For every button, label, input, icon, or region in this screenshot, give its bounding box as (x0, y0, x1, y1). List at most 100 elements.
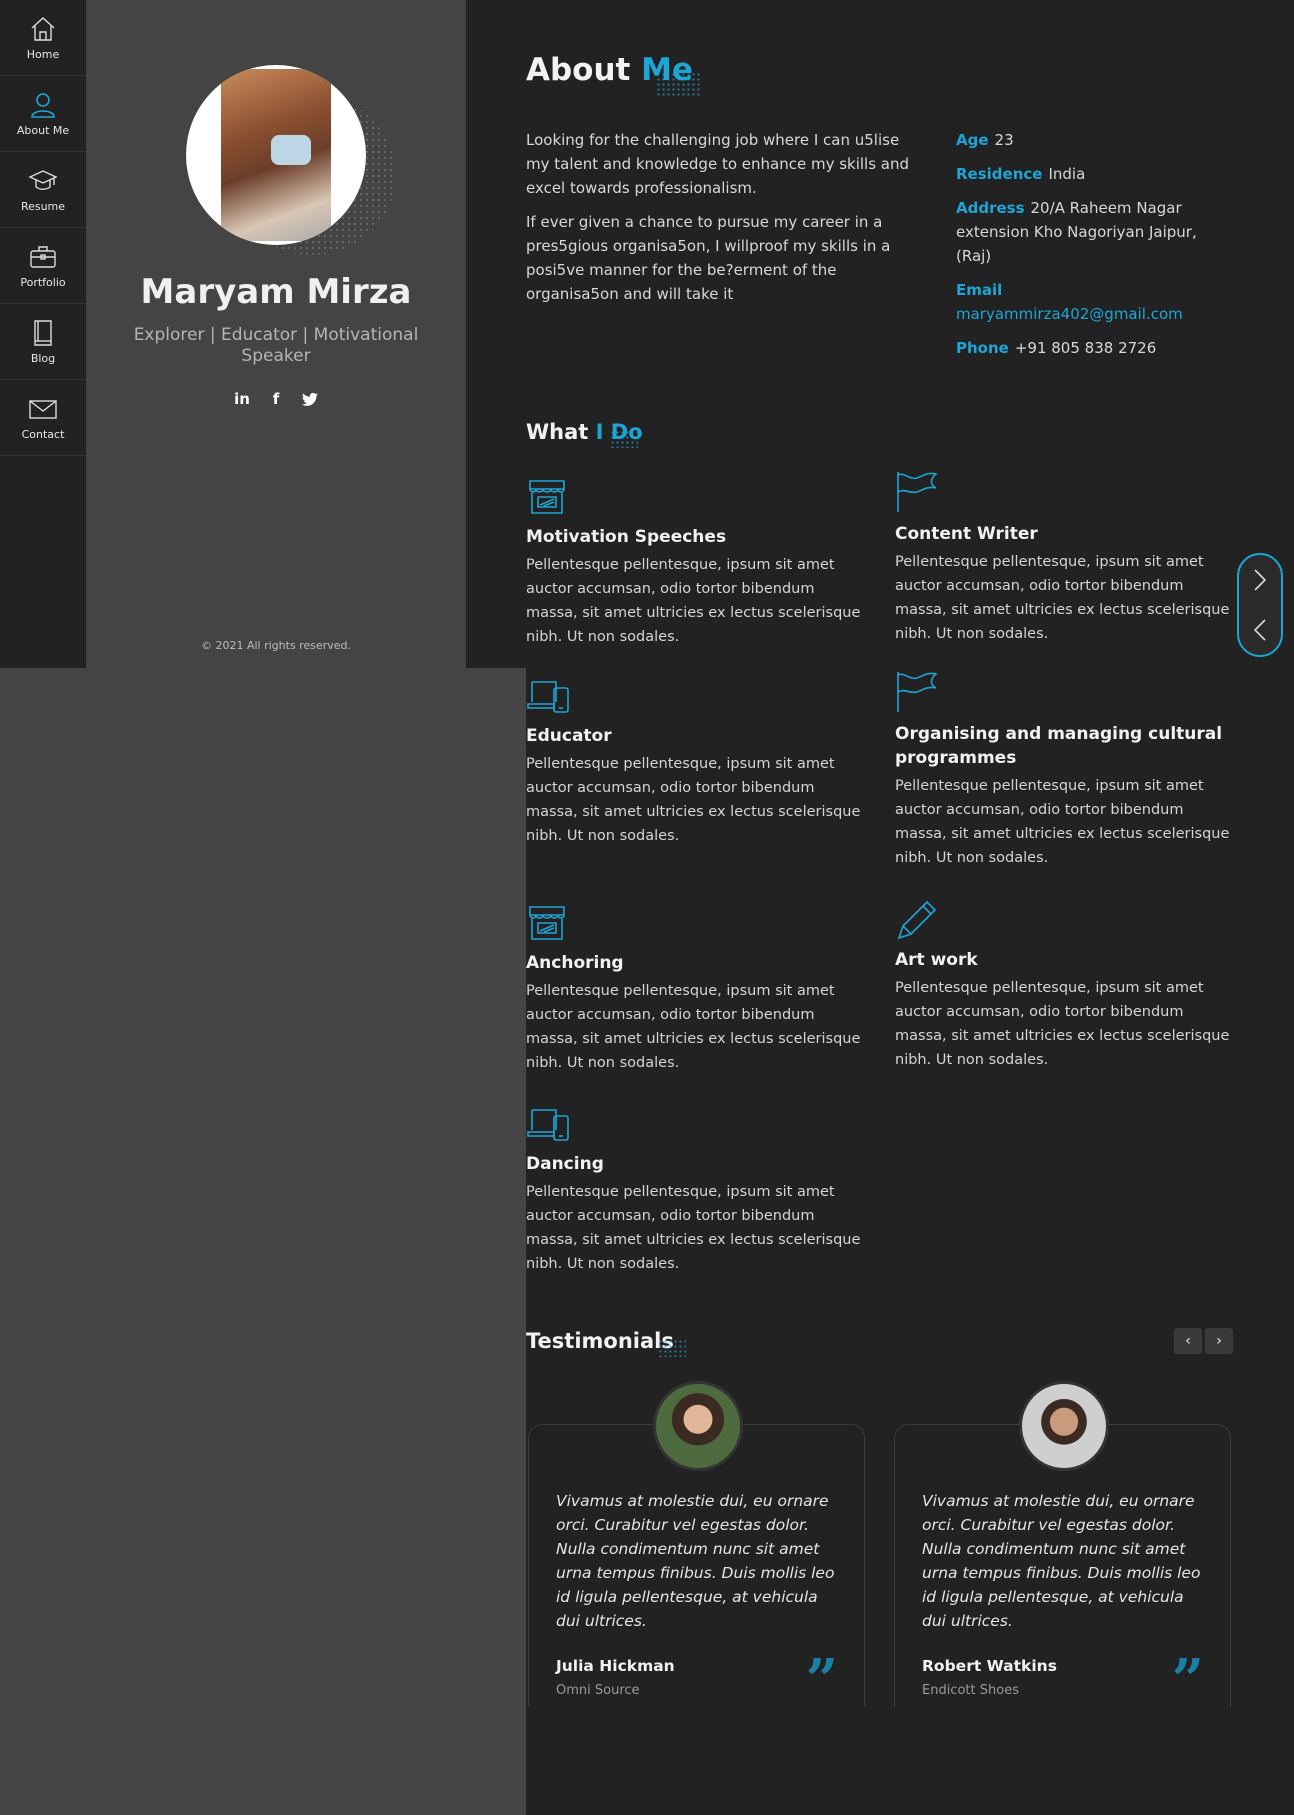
service-text: Pellentesque pellentesque, ipsum sit ame… (526, 1184, 861, 1272)
email-link[interactable]: maryammirza402@gmail.com (956, 305, 1183, 323)
info-label: Residence (956, 165, 1043, 183)
graduation-cap-icon (28, 170, 58, 190)
info-value: India (1048, 165, 1086, 183)
facebook-icon[interactable]: f (268, 390, 284, 408)
testimonials-title: Testimonials (526, 1329, 674, 1353)
service-title: Anchoring (526, 953, 624, 973)
copyright: © 2021 All rights reserved. (200, 639, 352, 652)
service-card: Art work Pellentesque pellentesque, ipsu… (895, 896, 1235, 1072)
devices-icon (527, 1109, 569, 1141)
personal-info: Age 23 Residence India Address 20/A Raheem … (956, 128, 1206, 370)
quote-icon: ” (1171, 1647, 1204, 1713)
service-card: Anchoring Pellentesque pellentesque, ips… (526, 903, 866, 1075)
side-nav: Home About Me Resume Portfolio Blog Cont… (0, 0, 86, 668)
pencil-icon (897, 900, 937, 940)
profile-avatar (186, 65, 396, 255)
service-card: Educator Pellentesque pellentesque, ipsu… (526, 676, 866, 848)
linkedin-icon[interactable]: in (234, 390, 250, 408)
service-title: Educator (526, 726, 612, 746)
info-label: Address (956, 199, 1025, 217)
nav-item-portfolio[interactable]: Portfolio (0, 228, 86, 304)
info-residence: Residence India (956, 162, 1206, 186)
testimonial-company: Endicott Shoes (922, 1683, 1019, 1698)
service-title: Dancing (526, 1154, 604, 1174)
dots-decoration (658, 1339, 686, 1357)
service-text: Pellentesque pellentesque, ipsum sit ame… (895, 980, 1230, 1068)
service-text: Pellentesque pellentesque, ipsum sit ame… (526, 557, 861, 645)
service-text: Pellentesque pellentesque, ipsum sit ame… (895, 778, 1230, 866)
dots-decoration (610, 430, 638, 448)
twitter-icon[interactable] (302, 390, 318, 408)
service-card: Organising and managing cultural program… (895, 670, 1235, 870)
user-icon (31, 93, 55, 118)
face-mask (271, 135, 311, 165)
chevron-left-icon[interactable] (1250, 618, 1270, 642)
avatar (1019, 1381, 1109, 1471)
profile-panel: Maryam Mirza Explorer | Educator | Motiv… (86, 0, 466, 668)
info-age: Age 23 (956, 128, 1206, 152)
profile-tagline: Explorer | Educator | Motivational Speak… (133, 325, 419, 366)
service-title: Art work (895, 950, 978, 970)
title-plain: About (526, 52, 631, 88)
testimonials-prev-button[interactable]: ‹ (1174, 1328, 1202, 1354)
home-icon (31, 17, 55, 41)
store-icon (529, 906, 565, 940)
service-text: Pellentesque pellentesque, ipsum sit ame… (526, 983, 861, 1071)
store-icon (529, 480, 565, 514)
info-label: Phone (956, 339, 1009, 357)
nav-label: Contact (21, 428, 65, 441)
service-title: Motivation Speeches (526, 527, 727, 547)
service-title: Content Writer (895, 524, 1038, 544)
twitter-bird-shape (302, 392, 318, 406)
about-paragraph: Looking for the challenging job where I … (526, 131, 910, 197)
page-navigation (1237, 553, 1283, 657)
testimonial-card: Vivamus at molestie dui, eu ornare orci.… (528, 1381, 865, 1713)
envelope-icon (29, 400, 57, 419)
dots-decoration (656, 72, 702, 98)
service-text: Pellentesque pellentesque, ipsum sit ame… (895, 554, 1230, 642)
avatar (653, 1381, 743, 1471)
service-card: Content Writer Pellentesque pellentesque… (895, 470, 1235, 646)
briefcase-icon (30, 246, 56, 268)
info-value: +91 805 838 2726 (1014, 339, 1157, 357)
title-plain: What (526, 420, 589, 444)
testimonial-name: Robert Watkins (922, 1657, 1057, 1675)
nav-label: Blog (30, 352, 56, 365)
service-card: Dancing Pellentesque pellentesque, ipsum… (526, 1104, 866, 1276)
about-description: Looking for the challenging job where I … (526, 128, 926, 316)
testimonial-quote: Vivamus at molestie dui, eu ornare orci.… (922, 1492, 1201, 1630)
nav-label: About Me (16, 124, 70, 137)
info-label: Age (956, 131, 989, 149)
nav-item-blog[interactable]: Blog (0, 304, 86, 380)
info-email: Email maryammirza402@gmail.com (956, 278, 1206, 326)
book-icon (34, 320, 52, 346)
info-label: Email (956, 281, 1003, 299)
testimonial-card: Vivamus at molestie dui, eu ornare orci.… (894, 1381, 1231, 1713)
info-phone: Phone +91 805 838 2726 (956, 336, 1206, 360)
avatar (186, 65, 366, 245)
flag-icon (897, 472, 938, 512)
testimonial-name: Julia Hickman (556, 1657, 675, 1675)
service-card: Motivation Speeches Pellentesque pellent… (526, 477, 866, 649)
nav-item-contact[interactable]: Contact (0, 380, 86, 456)
nav-item-resume[interactable]: Resume (0, 152, 86, 228)
testimonials-next-button[interactable]: › (1205, 1328, 1233, 1354)
social-links: in f (86, 390, 466, 408)
chevron-right-icon[interactable] (1250, 568, 1270, 592)
info-value: 23 (994, 131, 1014, 149)
nav-label: Home (26, 48, 60, 61)
profile-name: Maryam Mirza (140, 272, 412, 312)
nav-item-about-me[interactable]: About Me (0, 76, 86, 152)
nav-item-home[interactable]: Home (0, 0, 86, 76)
flag-icon (897, 672, 938, 712)
info-address: Address 20/A Raheem Nagar extension Kho N… (956, 196, 1206, 268)
devices-icon (527, 681, 569, 713)
service-title: Organising and managing cultural program… (895, 724, 1223, 768)
service-text: Pellentesque pellentesque, ipsum sit ame… (526, 756, 861, 844)
quote-icon: ” (805, 1647, 838, 1713)
nav-label: Resume (20, 200, 66, 213)
testimonial-company: Omni Source (556, 1683, 640, 1698)
about-paragraph: If ever given a chance to pursue my care… (526, 213, 891, 303)
nav-label: Portfolio (20, 276, 66, 289)
testimonial-quote: Vivamus at molestie dui, eu ornare orci.… (556, 1492, 835, 1630)
